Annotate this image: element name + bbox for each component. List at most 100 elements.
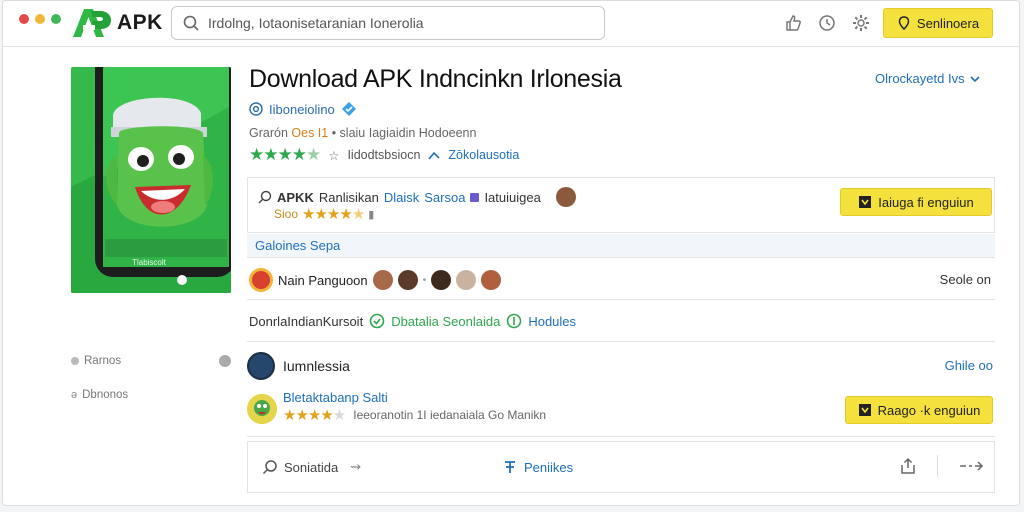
- brand-avatar[interactable]: [249, 268, 273, 292]
- list-app-description: Ieeoranotin 1I iedanaiala Go Manikn: [353, 408, 547, 422]
- minimize-window-dot[interactable]: [35, 14, 45, 24]
- side-item[interactable]: ə Dbnonos: [71, 385, 231, 405]
- refresh-icon: [369, 313, 385, 329]
- grid-icon: [470, 192, 480, 202]
- list-app-title[interactable]: Bletaktabanp Salti: [283, 390, 388, 405]
- people-left: Nain Panguoon •: [249, 268, 502, 292]
- meta-version: Oes I1: [291, 126, 329, 140]
- apk-card-title: APKK Ranlisikan Dlaisk Sarsoa Iatuiuigea: [258, 187, 576, 207]
- apk-logo-icon: [73, 9, 111, 37]
- developer-line: Iiboneiolino: [249, 101, 357, 117]
- apk-download-button[interactable]: Iaiuga fi enguiun: [840, 188, 992, 216]
- user-avatar[interactable]: [372, 270, 393, 290]
- app-window: APK Irdolng, Iotaonisetaranian Ionerolia…: [2, 0, 1020, 506]
- people-right-link[interactable]: Seole on: [940, 272, 991, 287]
- rating-count: Iidodtsbsiocn: [347, 148, 421, 162]
- apk-sub-label: Sioo: [274, 207, 299, 221]
- toolbar-icons: [783, 13, 871, 33]
- download-prefix: DonrlaIndianKursoit: [249, 313, 364, 329]
- list-download-label: Raago ·k enguiun: [877, 402, 981, 418]
- tree-icon: [505, 461, 515, 473]
- apk-card-rating: Sioo ★★★★★ ▮: [274, 205, 374, 223]
- download-blue-link[interactable]: Hodules: [528, 314, 576, 329]
- search-icon: [262, 460, 277, 475]
- rating-line: ★★★★★ ☆ Iidodtsbsiocn Zōkolausotia: [249, 145, 519, 165]
- apk-download-card: APKK Ranlisikan Dlaisk Sarsoa Iatuiuigea…: [247, 177, 995, 233]
- arrow-right-icon: ⇝: [350, 459, 362, 474]
- side-list: Rarnos ə Dbnonos: [71, 351, 231, 405]
- user-avatar[interactable]: [247, 352, 275, 380]
- link-icon: ə: [71, 389, 78, 401]
- chevron-down-icon: [970, 75, 980, 82]
- app-hero-image: Tlabiscolt: [71, 67, 231, 293]
- list-row[interactable]: Iumnlessia Ghile oo: [247, 350, 995, 380]
- app-icon[interactable]: [247, 394, 277, 424]
- action-search[interactable]: Soniatida ⇝: [262, 459, 361, 475]
- info-icon: ▮: [368, 208, 375, 221]
- top-action-button[interactable]: Senlinoera: [883, 8, 993, 38]
- rating-link[interactable]: Zōkolausotia: [448, 148, 519, 162]
- list-row-left: Iumnlessia: [247, 352, 350, 380]
- list-card: Iumnlessia Ghile oo Bletaktabanp Salti ★…: [247, 341, 995, 437]
- section-label[interactable]: Galoines Sepa: [255, 238, 340, 253]
- list-row-link[interactable]: Ghile oo: [945, 358, 993, 373]
- list-row-title: Iumnlessia: [283, 358, 350, 374]
- window-controls: [19, 14, 61, 24]
- clock-icon[interactable]: [817, 13, 837, 33]
- download-icon: [858, 404, 871, 416]
- apk-title-part-c[interactable]: Sarsoa: [424, 190, 465, 205]
- action-middle[interactable]: Peniikes: [502, 459, 573, 475]
- share-icon[interactable]: [899, 457, 917, 475]
- apk-download-label: Iaiuga fi enguiun: [878, 194, 974, 210]
- list-app-stars: ★★★★★: [283, 407, 346, 424]
- site-logo[interactable]: APK: [69, 5, 163, 41]
- language-dropdown[interactable]: Olrockayetd Ivs: [875, 71, 981, 86]
- app-title: Download APK Indncinkn Irlonesia: [249, 65, 622, 93]
- list-app-meta: ★★★★★ Ieeoranotin 1I iedanaiala Go Manik…: [283, 406, 546, 424]
- search-bar[interactable]: Irdolng, Iotaonisetaranian Ionerolia: [171, 6, 605, 40]
- developer-avatar[interactable]: [555, 187, 576, 207]
- user-avatar[interactable]: [481, 270, 502, 290]
- forward-arrow-icon[interactable]: [958, 458, 986, 474]
- people-label: Nain Panguoon: [278, 272, 368, 288]
- phone-mascot-illustration: Tlabiscolt: [71, 67, 231, 293]
- user-avatar[interactable]: [431, 270, 452, 290]
- side-item[interactable]: Rarnos: [71, 351, 231, 371]
- search-input-text[interactable]: Irdolng, Iotaonisetaranian Ionerolia: [208, 15, 424, 31]
- list-row[interactable]: Bletaktabanp Salti ★★★★★ Ieeoranotin 1I …: [247, 390, 995, 426]
- people-row: Nain Panguoon • Seole on: [247, 260, 995, 300]
- toggle-icon[interactable]: [219, 355, 231, 367]
- download-info-line: DonrlaIndianKursoit Dbatalia Seonlaida H…: [249, 313, 576, 329]
- dot-separator: •: [422, 274, 427, 286]
- section-header: Galoines Sepa: [247, 234, 995, 258]
- top-bar: APK Irdolng, Iotaonisetaranian Ionerolia…: [3, 1, 1019, 47]
- download-green-link[interactable]: Dbatalia Seonlaida: [391, 314, 500, 329]
- top-action-label: Senlinoera: [916, 15, 980, 31]
- at-sign-icon: [249, 102, 263, 116]
- developer-name[interactable]: Iiboneiolino: [269, 102, 335, 117]
- close-window-dot[interactable]: [19, 14, 29, 24]
- user-avatar[interactable]: [456, 270, 477, 290]
- settings-gear-icon[interactable]: [851, 13, 871, 33]
- meta-details: • slaiu Iagiaidin Hodoeenn: [331, 126, 477, 140]
- apk-title-part-b[interactable]: Dlaisk: [384, 190, 419, 205]
- location-pin-icon: [898, 16, 910, 30]
- side-item-label: Rarnos: [84, 355, 122, 367]
- user-avatar[interactable]: [397, 270, 418, 290]
- dot-icon: [71, 357, 79, 365]
- action-right: [899, 455, 986, 477]
- language-dropdown-label: Olrockayetd Ivs: [875, 71, 965, 86]
- apk-stars: ★★★★★: [302, 206, 365, 223]
- apk-title-part-a: Ranlisikan: [318, 189, 379, 205]
- thumbs-up-icon[interactable]: [783, 13, 803, 33]
- search-icon: [183, 15, 199, 31]
- apk-label: APKK: [277, 189, 314, 205]
- download-icon: [859, 196, 872, 208]
- divider: [937, 455, 938, 477]
- apk-title-part-d: Iatuiuigea: [484, 189, 541, 205]
- maximize-window-dot[interactable]: [51, 14, 61, 24]
- meta-prefix: Grarón: [249, 126, 288, 140]
- star-outline-icon: ☆: [328, 148, 340, 163]
- rating-stars: ★★★★★: [249, 145, 321, 164]
- list-download-button[interactable]: Raago ·k enguiun: [845, 396, 993, 424]
